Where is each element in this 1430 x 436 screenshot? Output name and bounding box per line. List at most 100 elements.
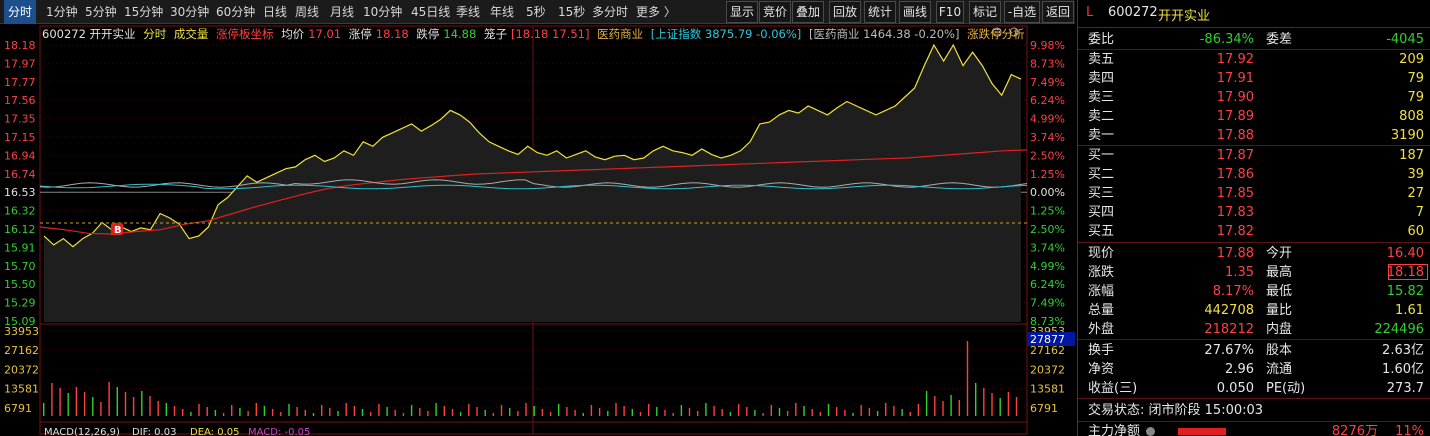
volume-bar (182, 409, 184, 416)
quote-value: 224496 (1374, 322, 1424, 337)
ask-level-volume: 79 (1407, 71, 1424, 86)
tab-season[interactable]: 季线 (456, 0, 480, 24)
price-tick-label: 15.70 (4, 260, 36, 273)
volume-bar (770, 405, 772, 416)
intraday-chart[interactable]: 18.18 9.98% 17.97 8.73% 17.77 7.49% 17.56 6.24%… (0, 24, 1075, 436)
tab-more[interactable]: 更多 〉 (636, 0, 676, 24)
fund-value: 27.67% (1204, 343, 1254, 358)
panel-stock-code: 600272 (1108, 5, 1158, 20)
info-icon[interactable] (1146, 427, 1156, 436)
volume-bar (378, 404, 380, 416)
remove-favorite-button[interactable]: -自选 (1004, 1, 1040, 23)
tab-45day[interactable]: 45日线 (411, 0, 450, 24)
auction-button[interactable]: 竞价 (759, 1, 791, 23)
volume-label[interactable]: 成交量 (174, 27, 209, 41)
quote-label: 总量 (1088, 303, 1115, 318)
cage-value: [18.18 17.51] (510, 27, 590, 41)
volume-bar (582, 413, 584, 416)
fund-label: 净资 (1088, 362, 1115, 377)
volume-bar (991, 393, 993, 416)
volume-bar (590, 405, 593, 416)
up-limit-label: 涨停 (348, 27, 372, 41)
volume-bar (737, 404, 740, 416)
quote-value: 442708 (1204, 303, 1254, 318)
volume-bar (836, 407, 838, 416)
macd-dif: DIF: 0.03 (132, 427, 176, 436)
volume-bar (639, 412, 642, 416)
f10-button[interactable]: F10 (936, 1, 964, 23)
replay-button[interactable]: 回放 (829, 1, 861, 23)
wei-bi-value: -86.34% (1199, 32, 1254, 47)
volume-bar (688, 408, 691, 416)
volume-bar (484, 410, 486, 416)
cage-label: 笼子 (483, 27, 507, 41)
tab-60min[interactable]: 60分钟 (216, 0, 255, 24)
chart-canvas[interactable]: 18.18 9.98% 17.97 8.73% 17.77 7.49% 17.56 6.24%… (0, 24, 1075, 436)
volume-bar (664, 410, 666, 416)
tab-fenshi[interactable]: 分时 (4, 0, 36, 24)
tab-5min[interactable]: 5分钟 (85, 0, 117, 24)
volume-bar (51, 383, 53, 416)
tab-10min[interactable]: 10分钟 (363, 0, 402, 24)
volume-bar (271, 409, 274, 416)
down-limit-value: 14.88 (443, 27, 477, 41)
limit-analysis-link[interactable]: 涨跌停分析 (967, 27, 1025, 41)
show-button[interactable]: 显示 (726, 1, 758, 23)
panel-stock-name: 开开实业 (1158, 9, 1211, 24)
volume-bar (811, 409, 813, 416)
ask-level-price: 17.90 (1216, 90, 1254, 105)
volume-tick-label: 27162 (4, 344, 39, 357)
volume-bar (116, 387, 118, 416)
sector-index-quote[interactable]: [医药商业 1464.38 -0.20%] (809, 27, 960, 41)
index-quote[interactable]: [上证指数 3875.79 -0.06%] (651, 27, 802, 41)
tab-year[interactable]: 年线 (490, 0, 514, 24)
stats-button[interactable]: 统计 (864, 1, 896, 23)
volume-bar (909, 412, 911, 416)
fund-value: 0.050 (1216, 381, 1254, 396)
volume-bar (672, 413, 674, 416)
price-tick-label: 16.74 (4, 168, 36, 181)
pct-tick-label: 7.49% (1030, 297, 1065, 310)
volume-bar (541, 409, 544, 416)
volume-bar (173, 406, 176, 416)
quote-label: 今开 (1266, 246, 1293, 261)
volume-tick-label-right: 20372 (1030, 363, 1065, 376)
tab-week[interactable]: 周线 (295, 0, 319, 24)
tab-15min[interactable]: 15分钟 (124, 0, 163, 24)
tab-30min[interactable]: 30分钟 (170, 0, 209, 24)
ask-level-label: 卖五 (1088, 52, 1115, 67)
mode-label[interactable]: 分时 (143, 27, 166, 41)
stock-code-name: 600272 开开实业 (42, 27, 136, 41)
overlay-button[interactable]: 叠加 (792, 1, 824, 23)
quote-label: 最高 (1266, 265, 1293, 280)
volume-bar (1015, 397, 1018, 416)
tab-month[interactable]: 月线 (330, 0, 354, 24)
main-flow-row[interactable]: 主力净额 (1088, 422, 1156, 436)
volume-bar (680, 405, 683, 416)
ask-level-price: 17.91 (1216, 71, 1254, 86)
back-button[interactable]: 返回 (1042, 1, 1074, 23)
volume-bar (860, 405, 862, 416)
price-tick-label: 17.77 (4, 76, 36, 89)
volume-bar (893, 406, 895, 416)
tab-5sec[interactable]: 5秒 (526, 0, 546, 24)
chart-info-bar: 600272 开开实业 分时 成交量 涨停板坐标 均价 17.01 涨停 18.18… (42, 26, 1027, 42)
tab-day[interactable]: 日线 (263, 0, 287, 24)
tab-multi-fenshi[interactable]: 多分时 (592, 0, 628, 24)
price-tick-label: 16.53 (4, 186, 36, 199)
limit-axis-label[interactable]: 涨停板坐标 (216, 27, 274, 41)
volume-bar (92, 397, 94, 416)
quote-label: 外盘 (1088, 322, 1115, 337)
volume-bar (876, 411, 879, 416)
draw-button[interactable]: 画线 (899, 1, 931, 23)
mark-button[interactable]: 标记 (969, 1, 1001, 23)
volume-bar (247, 411, 249, 416)
volume-bar (598, 408, 601, 416)
main-flow-value: 8276万 (1331, 424, 1378, 436)
volume-bar (476, 407, 478, 416)
tab-15sec[interactable]: 15秒 (558, 0, 585, 24)
tab-1min[interactable]: 1分钟 (46, 0, 78, 24)
volume-bar (607, 411, 609, 416)
volume-bar (459, 412, 462, 416)
sector-label[interactable]: 医药商业 (597, 27, 643, 41)
